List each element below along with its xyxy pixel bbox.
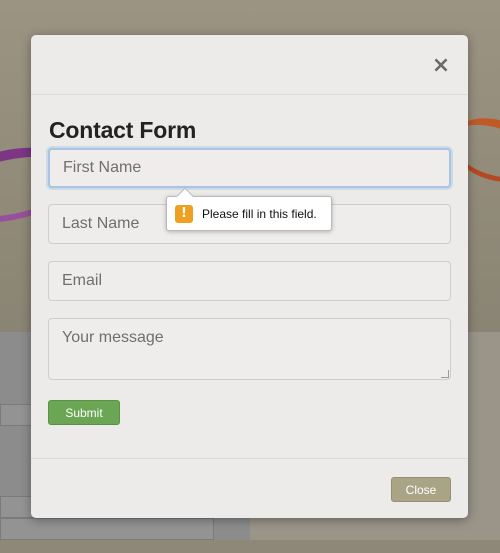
modal-footer: Close — [31, 458, 468, 518]
message-textarea[interactable] — [48, 318, 451, 380]
resize-handle-icon[interactable] — [441, 370, 449, 378]
background-footer-strip — [0, 540, 500, 553]
email-input[interactable] — [48, 261, 451, 301]
contact-form-modal: × Contact Form Submit Close — [31, 35, 468, 518]
background-input — [0, 518, 214, 540]
validation-tooltip: ! Please fill in this field. — [166, 187, 332, 231]
close-button[interactable]: Close — [391, 477, 451, 502]
submit-button[interactable]: Submit — [48, 400, 120, 425]
warning-icon: ! — [175, 204, 193, 223]
first-name-input[interactable] — [48, 148, 451, 188]
modal-header: × — [31, 35, 468, 95]
close-icon[interactable]: × — [431, 55, 451, 77]
tooltip-message: Please fill in this field. — [202, 206, 317, 221]
form-title: Contact Form — [49, 117, 197, 143]
